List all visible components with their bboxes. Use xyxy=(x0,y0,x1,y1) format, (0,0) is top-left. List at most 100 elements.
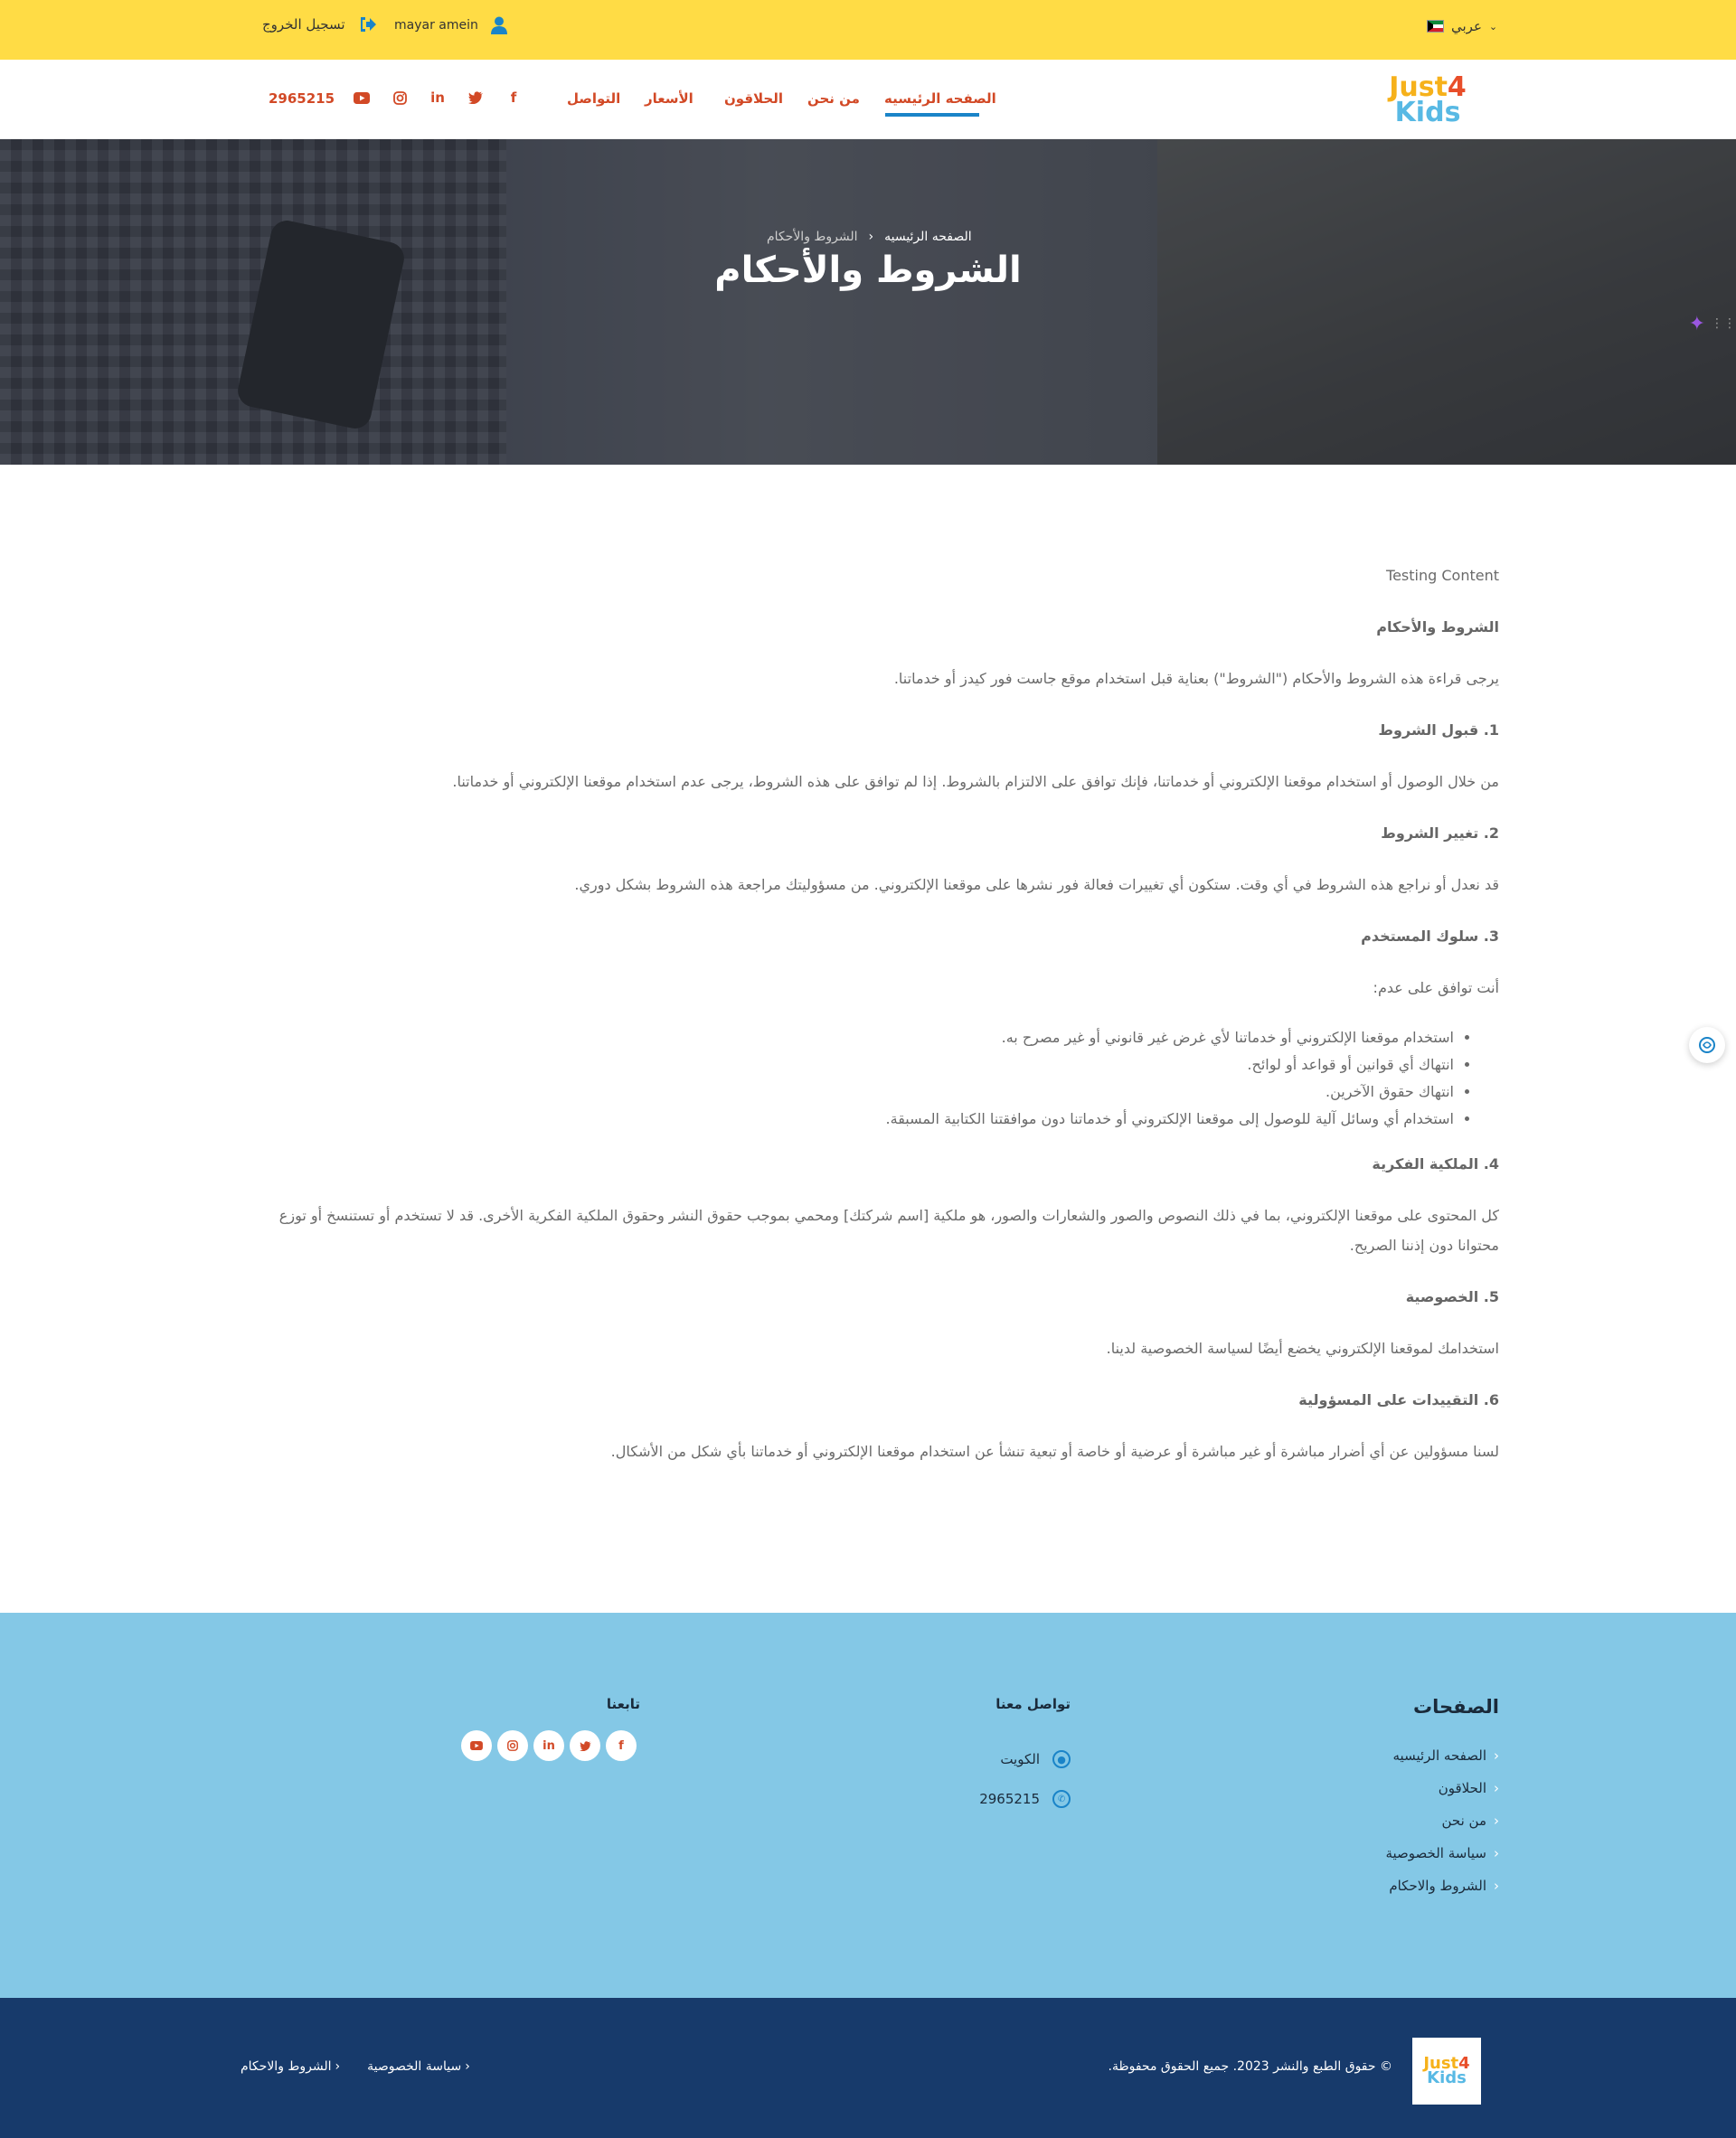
youtube-icon[interactable] xyxy=(461,1730,492,1761)
user-conduct-list: استخدام موقعنا الإلكتروني أو خدماتنا لأي… xyxy=(237,1024,1499,1133)
footer-location: ● الكويت xyxy=(904,1739,1071,1779)
footer-link-about[interactable]: ‹ من نحن xyxy=(1284,1804,1500,1837)
twitter-icon[interactable] xyxy=(570,1730,600,1761)
site-logo[interactable]: Just4 Kids xyxy=(1356,67,1499,134)
chat-icon xyxy=(1699,1037,1715,1053)
chevron-left-icon: ‹ xyxy=(335,2059,341,2074)
section-heading-6: 6. التقييدات على المسؤولية xyxy=(1298,1391,1499,1408)
section-heading-4: 4. الملكية الفكرية xyxy=(1372,1155,1499,1173)
chevron-left-icon: ‹ xyxy=(1494,1878,1499,1894)
page-title: الشروط والأحكام xyxy=(714,250,1022,291)
footer-social-links: f in xyxy=(461,1730,637,1761)
section-paragraph-5: استخدامك لموقعنا الإلكتروني يخضع أيضًا ل… xyxy=(1106,1340,1499,1357)
section-heading-1: 1. قبول الشروط xyxy=(1378,721,1499,739)
footer-link-label: من نحن xyxy=(1441,1813,1487,1829)
nav-item-home[interactable]: الصفحه الرئيسيه xyxy=(884,90,996,107)
section-heading-3: 3. سلوك المستخدم xyxy=(1361,928,1499,945)
section-heading-5: 5. الخصوصية xyxy=(1405,1288,1499,1305)
bottom-link-privacy[interactable]: ‹ سياسة الخصوصية xyxy=(367,2059,470,2074)
bottom-link-label: سياسة الخصوصية xyxy=(367,2059,462,2074)
nav-item-barbers[interactable]: الحلاقون xyxy=(724,90,783,107)
footer-contact-list: ● الكويت ✆ 2965215 xyxy=(904,1739,1071,1819)
intro-text: Testing Content xyxy=(1386,567,1499,584)
footer-link-label: الصفحه الرئيسيه xyxy=(1392,1747,1487,1764)
bottom-links: ‹ سياسة الخصوصية ‹ الشروط والاحكام xyxy=(241,2059,470,2074)
breadcrumb: الصفحه الرئيسيه ‹ الشروط والأحكام xyxy=(767,230,972,244)
section-paragraph-6: لسنا مسؤولين عن أي أضرار مباشرة أو غير م… xyxy=(610,1443,1499,1460)
whatsapp-icon: ✆ xyxy=(1052,1790,1071,1808)
chevron-left-icon: ‹ xyxy=(1494,1813,1499,1829)
facebook-icon[interactable]: f xyxy=(606,1730,637,1761)
chevron-left-icon: ‹ xyxy=(1494,1780,1499,1796)
kuwait-flag-icon xyxy=(1427,20,1444,33)
section-paragraph-2: قد نعدل أو نراجع هذه الشروط في أي وقت. س… xyxy=(574,876,1499,893)
logo-text-kids: Kids xyxy=(1394,97,1461,128)
facebook-icon[interactable]: f xyxy=(505,89,523,107)
logo-text-kids: Kids xyxy=(1427,2068,1467,2087)
footer-link-terms[interactable]: ‹ الشروط والاحكام xyxy=(1284,1870,1499,1902)
terms-intro-paragraph: يرجى قراءة هذه الشروط والأحكام ("الشروط"… xyxy=(893,670,1499,687)
user-name: mayar amein xyxy=(394,18,478,33)
footer-phone[interactable]: ✆ 2965215 xyxy=(904,1779,1071,1819)
footer-location-text: الكويت xyxy=(1000,1751,1040,1767)
logout-icon xyxy=(360,17,376,32)
nav-phone-number[interactable]: 2965215 xyxy=(269,90,335,107)
section-paragraph-4: كل المحتوى على موقعنا الإلكتروني، بما في… xyxy=(278,1207,1499,1254)
footer-follow-title: تابعنا xyxy=(606,1696,640,1712)
breadcrumb-chevron-icon: ‹ xyxy=(868,230,874,244)
sparkle-icon[interactable]: ✦ xyxy=(1689,313,1705,335)
nav-item-prices[interactable]: الأسعار xyxy=(645,90,693,107)
chevron-left-icon: ‹ xyxy=(1494,1845,1499,1861)
terms-content: Testing Content الشروط والأحكام يرجى قرا… xyxy=(237,560,1499,1488)
list-item: استخدام أي وسائل آلية للوصول إلى موقعنا … xyxy=(237,1106,1454,1133)
bottom-link-label: الشروط والاحكام xyxy=(241,2059,332,2074)
user-account[interactable]: mayar amein xyxy=(394,16,507,34)
breadcrumb-current: الشروط والأحكام xyxy=(767,230,858,244)
user-icon xyxy=(490,16,507,34)
chat-assistant-button[interactable] xyxy=(1689,1027,1725,1063)
breadcrumb-home[interactable]: الصفحه الرئيسيه xyxy=(884,230,972,244)
side-widget[interactable]: ⋮⋮ ✦ xyxy=(1684,311,1736,336)
footer-link-privacy[interactable]: ‹ سياسة الخصوصية xyxy=(1284,1837,1499,1870)
nav-item-contact[interactable]: التواصل xyxy=(567,90,620,107)
terms-heading: الشروط والأحكام xyxy=(1376,618,1499,636)
page-hero-banner: الصفحه الرئيسيه ‹ الشروط والأحكام الشروط… xyxy=(0,139,1736,465)
drag-handle-icon[interactable]: ⋮⋮ xyxy=(1711,316,1736,331)
footer-pages-title: الصفحات xyxy=(1412,1696,1499,1718)
list-item: انتهاك حقوق الآخرين. xyxy=(237,1078,1454,1106)
footer-phone-text: 2965215 xyxy=(979,1791,1040,1807)
bottom-link-terms[interactable]: ‹ الشروط والاحكام xyxy=(241,2059,340,2074)
language-label: عربي xyxy=(1451,18,1482,34)
linkedin-icon[interactable]: in xyxy=(429,89,447,107)
footer-link-home[interactable]: ‹ الصفحه الرئيسيه xyxy=(1284,1739,1500,1772)
footer-link-label: الحلاقون xyxy=(1438,1780,1486,1796)
footer-link-label: سياسة الخصوصية xyxy=(1385,1845,1486,1861)
section-paragraph-3: أنت توافق على عدم: xyxy=(1373,979,1499,996)
linkedin-icon[interactable]: in xyxy=(533,1730,564,1761)
footer-logo[interactable]: Just4 Kids xyxy=(1412,2038,1481,2105)
instagram-icon[interactable] xyxy=(391,89,409,107)
language-selector[interactable]: عربي ⌄ xyxy=(1427,18,1497,34)
location-icon: ● xyxy=(1052,1750,1071,1768)
top-bar: عربي ⌄ mayar amein تسجيل الخروج xyxy=(0,0,1736,60)
footer-contact-title: تواصل معنا xyxy=(995,1696,1071,1712)
youtube-icon[interactable] xyxy=(353,89,371,107)
section-paragraph-1: من خلال الوصول أو استخدام موقعنا الإلكتر… xyxy=(452,773,1499,790)
copyright-text: © حقوق الطبع والنشر 2023. جميع الحقوق مح… xyxy=(1108,2059,1393,2074)
footer-link-label: الشروط والاحكام xyxy=(1389,1878,1486,1894)
chevron-left-icon: ‹ xyxy=(1494,1747,1499,1764)
chevron-down-icon: ⌄ xyxy=(1488,20,1498,33)
footer-link-barbers[interactable]: ‹ الحلاقون xyxy=(1284,1772,1499,1804)
list-item: استخدام موقعنا الإلكتروني أو خدماتنا لأي… xyxy=(237,1024,1454,1051)
chevron-left-icon: ‹ xyxy=(465,2059,470,2074)
logout-link[interactable]: تسجيل الخروج xyxy=(262,16,376,33)
list-item: انتهاك أي قوانين أو قواعد أو لوائح. xyxy=(237,1051,1454,1078)
nav-active-indicator xyxy=(885,113,979,117)
nav-item-about[interactable]: من نحن xyxy=(807,90,860,107)
hero-overlay xyxy=(0,139,1736,465)
footer-pages-list: ‹ الصفحه الرئيسيه ‹ الحلاقون ‹ من نحن ‹ سياس… xyxy=(1284,1739,1499,1902)
logout-label: تسجيل الخروج xyxy=(262,16,345,33)
twitter-icon[interactable] xyxy=(467,89,485,107)
main-navbar: Just4 Kids xyxy=(0,60,1736,139)
instagram-icon[interactable] xyxy=(497,1730,528,1761)
